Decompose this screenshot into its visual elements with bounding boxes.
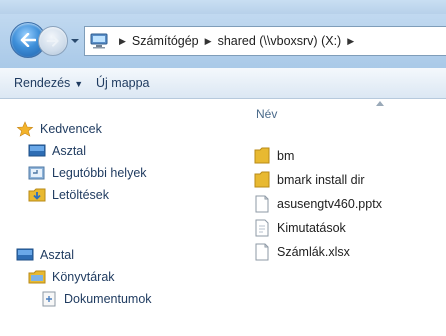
folder-icon [254,171,270,188]
nav-item-desktop[interactable]: Asztal [16,247,74,263]
nav-item-favorites[interactable]: Kedvencek [16,121,102,137]
breadcrumb-shared-drive[interactable]: ▶ shared (\\vboxsrv) (X:) [199,34,342,48]
file-row-bmark-install-dir[interactable]: bmark install dir [254,171,365,189]
nav-item-label: Legutóbbi helyek [52,166,147,180]
new-folder-button[interactable]: Új mappa [96,76,150,90]
organize-button[interactable]: Rendezés ▼ [14,76,83,90]
nav-item-label: Könyvtárak [52,270,115,284]
breadcrumb-label[interactable]: Számítógép [132,34,199,48]
star-icon [16,121,34,137]
file-row-szamlak[interactable]: Számlák.xlsx [254,243,350,261]
document-icon [255,219,269,237]
file-row-kimutatasok[interactable]: Kimutatások [254,219,346,237]
address-bar[interactable]: ▶ Számítógép ▶ shared (\\vboxsrv) (X:) ▶ [84,26,446,56]
desktop-icon [16,248,34,261]
chevron-down-icon: ▼ [74,79,84,89]
file-row-pptx[interactable]: asusengtv460.pptx [254,195,382,213]
file-row-bm[interactable]: bm [254,147,294,165]
nav-item-desktop-favorite[interactable]: Asztal [28,143,86,159]
nav-item-label: Dokumentumok [64,292,152,306]
navigation-pane: Kedvencek Asztal Legutóbbi helyek Letölt… [0,99,233,336]
command-bar: Rendezés ▼ Új mappa [0,68,446,99]
file-name: bm [277,149,295,163]
organize-label: Rendezés [14,76,71,90]
computer-icon [90,33,108,49]
nav-item-label: Letöltések [52,188,109,202]
file-name: Kimutatások [277,221,346,235]
breadcrumb-separator-icon[interactable]: ▶ [347,36,354,47]
column-header-label: Név [256,107,278,121]
forward-arrow-icon [46,35,59,47]
sort-ascending-icon [376,101,384,106]
document-icon [255,195,269,213]
breadcrumb-separator-icon[interactable]: ▶ [205,36,212,47]
nav-item-recent-places[interactable]: Legutóbbi helyek [28,165,147,181]
libraries-icon [28,270,46,284]
column-header-name[interactable]: Név [240,99,446,121]
breadcrumb-computer[interactable]: ▶ Számítógép [113,34,199,48]
breadcrumb-separator-icon[interactable]: ▶ [119,36,126,47]
nav-item-downloads[interactable]: Letöltések [28,187,109,203]
desktop-icon [28,144,46,157]
recent-places-icon [28,166,45,180]
title-bar[interactable] [0,0,446,14]
explorer-window: ▶ Számítógép ▶ shared (\\vboxsrv) (X:) ▶… [0,0,446,336]
nav-item-libraries[interactable]: Könyvtárak [28,269,115,285]
file-list: Név bm bmark install dir asusengtv460.pp… [240,99,446,336]
file-name: asusengtv460.pptx [277,197,382,211]
downloads-icon [28,188,46,202]
breadcrumb-more[interactable]: ▶ [341,36,360,47]
back-arrow-icon [20,33,36,47]
nav-item-label: Asztal [52,144,87,158]
forward-button[interactable] [38,26,68,56]
nav-item-documents[interactable]: Dokumentumok [40,291,152,307]
recent-pages-dropdown-icon[interactable] [70,36,80,46]
document-icon [255,243,269,261]
nav-item-label: Asztal [40,248,75,262]
documents-icon [42,291,56,307]
file-name: Számlák.xlsx [277,245,350,259]
folder-icon [254,147,270,164]
breadcrumb-label[interactable]: shared (\\vboxsrv) (X:) [218,34,342,48]
file-name: bmark install dir [277,173,365,187]
navigation-bar: ▶ Számítógép ▶ shared (\\vboxsrv) (X:) ▶ [0,14,446,69]
nav-item-label: Kedvencek [40,122,102,136]
